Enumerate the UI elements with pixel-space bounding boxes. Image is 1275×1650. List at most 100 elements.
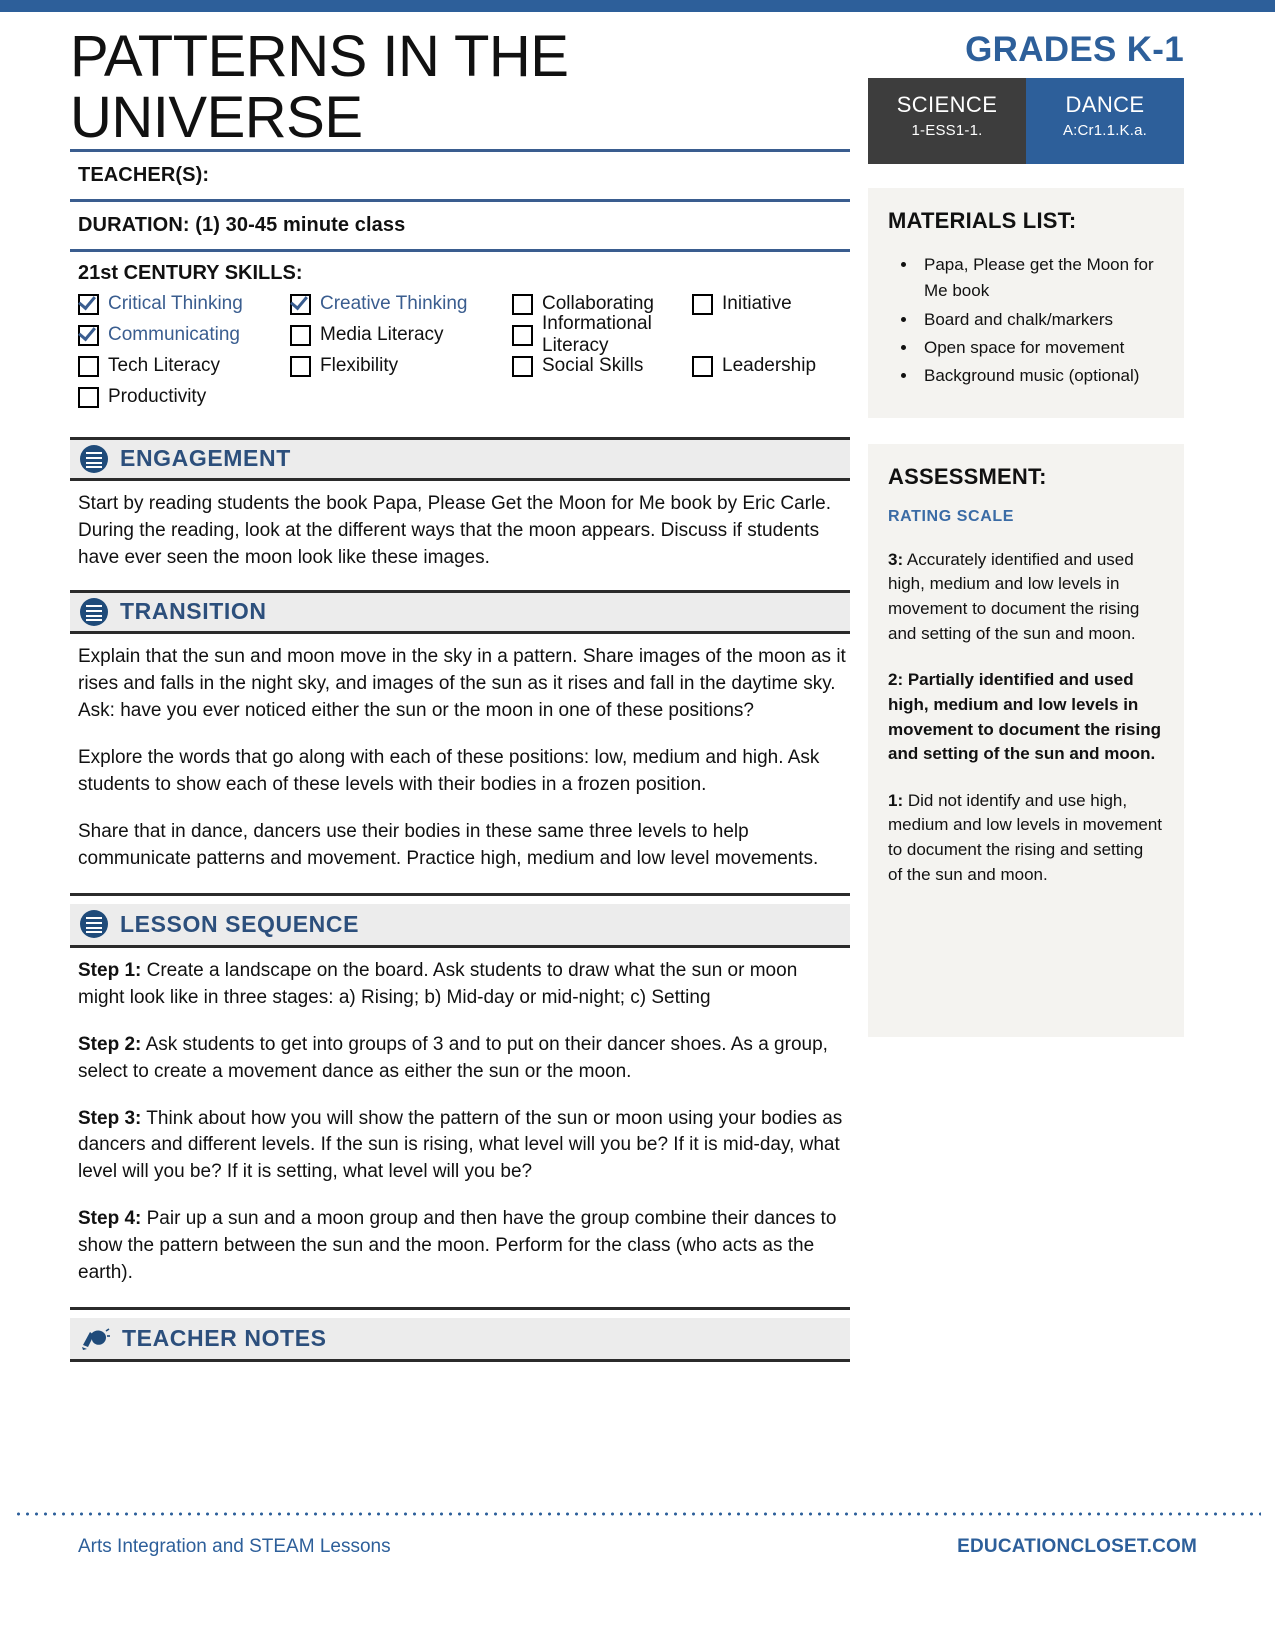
skill-informational-literacy[interactable]: Informational Literacy <box>512 313 692 357</box>
section-header-teacher-notes: TEACHER NOTES <box>70 1318 850 1363</box>
rating-number: 1: <box>888 790 904 810</box>
lesson-plan-page: PATTERNS IN THE UNIVERSE TEACHER(S): DUR… <box>0 12 1275 1650</box>
step-text: Ask students to get into groups of 3 and… <box>78 1033 828 1082</box>
skill-label: Initiative <box>722 293 792 315</box>
step-text: Think about how you will show the patter… <box>78 1107 843 1183</box>
list-item: Board and chalk/markers <box>918 307 1162 333</box>
checkbox-icon[interactable] <box>692 293 713 315</box>
paragraph: Share that in dance, dancers use their b… <box>78 820 819 869</box>
skills-checkbox-grid: Critical Thinking Creative Thinking Coll… <box>70 289 850 423</box>
lesson-step: Step 1: Create a landscape on the board.… <box>78 958 846 1012</box>
skill-label: Creative Thinking <box>320 293 468 315</box>
rating-level-2: 2: Partially identified and used high, m… <box>888 668 1162 767</box>
skill-label: Productivity <box>108 386 207 408</box>
footer-left-text: Arts Integration and STEAM Lessons <box>78 1536 391 1557</box>
checkbox-checked-icon[interactable] <box>78 293 99 315</box>
skill-communicating[interactable]: Communicating <box>78 324 290 346</box>
standard-box-science: SCIENCE 1-ESS1-1. <box>868 78 1026 164</box>
checkbox-checked-icon[interactable] <box>290 293 311 315</box>
checkbox-icon[interactable] <box>512 293 533 315</box>
duration-field: DURATION: (1) 30-45 minute class <box>78 213 406 236</box>
checkbox-checked-icon[interactable] <box>78 324 99 346</box>
list-icon <box>80 910 108 939</box>
list-item: Papa, Please get the Moon for Me book <box>918 252 1162 305</box>
standards-row: SCIENCE 1-ESS1-1. DANCE A:Cr1.1.K.a. <box>868 78 1184 164</box>
grades-label: GRADES K-1 <box>965 30 1184 69</box>
skills-row-1: Critical Thinking Creative Thinking Coll… <box>78 289 850 320</box>
section-title: ENGAGEMENT <box>120 445 291 472</box>
teachers-field: TEACHER(S): <box>78 163 210 186</box>
skill-label: Informational Literacy <box>542 313 652 357</box>
skill-critical-thinking[interactable]: Critical Thinking <box>78 293 290 315</box>
hand-writing-icon <box>80 1325 110 1353</box>
engagement-body: Start by reading students the book Papa,… <box>70 481 850 576</box>
checkbox-icon[interactable] <box>512 355 533 377</box>
page-title: PATTERNS IN THE UNIVERSE <box>70 24 569 151</box>
section-title: TEACHER NOTES <box>122 1325 327 1352</box>
lesson-step: Step 3: Think about how you will show th… <box>78 1106 846 1187</box>
sidebar-column: GRADES K-1 SCIENCE 1-ESS1-1. DANCE A:Cr1… <box>868 12 1184 1038</box>
paragraph: Explain that the sun and moon move in th… <box>78 645 846 721</box>
footer-dotted-divider <box>14 1512 1261 1516</box>
section-header-engagement: ENGAGEMENT <box>70 436 850 481</box>
paragraph: Start by reading students the book Papa,… <box>78 492 832 568</box>
section-header-lesson-sequence: LESSON SEQUENCE <box>70 903 850 948</box>
list-item: Open space for movement <box>918 335 1162 361</box>
skill-flexibility[interactable]: Flexibility <box>290 355 512 377</box>
rating-scale-label: RATING SCALE <box>888 507 1015 525</box>
rating-text: Partially identified and used high, medi… <box>888 670 1161 764</box>
rating-text: Accurately identified and used high, med… <box>888 549 1140 643</box>
list-item: Background music (optional) <box>918 363 1162 389</box>
rating-level-3: 3: Accurately identified and used high, … <box>888 548 1162 647</box>
rating-level-1: 1: Did not identify and use high, medium… <box>888 789 1162 888</box>
step-label: Step 2: <box>78 1033 142 1055</box>
divider-below-lesson-sequence <box>70 1307 850 1311</box>
skill-label: Leadership <box>722 355 817 377</box>
standard-subject: SCIENCE <box>896 92 998 117</box>
rating-number: 3: <box>888 549 904 569</box>
rating-text: Did not identify and use high, medium an… <box>888 790 1163 884</box>
main-column: PATTERNS IN THE UNIVERSE TEACHER(S): DUR… <box>70 12 850 1396</box>
list-icon <box>80 597 108 626</box>
skill-social-skills[interactable]: Social Skills <box>512 355 692 377</box>
step-label: Step 4: <box>78 1208 142 1230</box>
skill-leadership[interactable]: Leadership <box>692 355 816 377</box>
skills-heading: 21st CENTURY SKILLS: <box>78 261 303 284</box>
materials-list: Papa, Please get the Moon for Me book Bo… <box>888 252 1162 390</box>
checkbox-icon[interactable] <box>290 355 311 377</box>
standard-box-dance: DANCE A:Cr1.1.K.a. <box>1026 78 1184 164</box>
standard-code: A:Cr1.1.K.a. <box>1062 122 1148 140</box>
checkbox-icon[interactable] <box>78 386 99 408</box>
skill-media-literacy[interactable]: Media Literacy <box>290 324 512 346</box>
paragraph: Explore the words that go along with eac… <box>78 746 820 795</box>
skill-tech-literacy[interactable]: Tech Literacy <box>78 355 290 377</box>
footer-right-text[interactable]: EDUCATIONCLOSET.COM <box>957 1536 1197 1558</box>
skill-creative-thinking[interactable]: Creative Thinking <box>290 293 512 315</box>
checkbox-icon[interactable] <box>78 355 99 377</box>
lesson-step: Step 4: Pair up a sun and a moon group a… <box>78 1206 846 1287</box>
skill-collaborating[interactable]: Collaborating <box>512 293 692 315</box>
skill-label: Social Skills <box>542 355 644 377</box>
skill-label: Tech Literacy <box>108 355 220 377</box>
lesson-sequence-body: Step 1: Create a landscape on the board.… <box>70 948 850 1292</box>
standard-subject: DANCE <box>1065 92 1145 117</box>
checkbox-icon[interactable] <box>290 324 311 346</box>
step-label: Step 1: <box>78 959 142 981</box>
skill-productivity[interactable]: Productivity <box>78 386 290 408</box>
skills-row-4: Productivity <box>78 382 850 413</box>
list-icon <box>80 444 108 473</box>
assessment-title: ASSESSMENT: <box>888 463 1047 489</box>
step-text: Pair up a sun and a moon group and then … <box>78 1208 837 1284</box>
skills-row-3: Tech Literacy Flexibility Social Skills … <box>78 351 850 382</box>
section-title: LESSON SEQUENCE <box>120 910 360 937</box>
section-header-transition: TRANSITION <box>70 589 850 634</box>
checkbox-icon[interactable] <box>692 355 713 377</box>
skill-initiative[interactable]: Initiative <box>692 293 792 315</box>
step-text: Create a landscape on the board. Ask stu… <box>78 959 798 1008</box>
assessment-panel: ASSESSMENT: RATING SCALE 3: Accurately i… <box>868 443 1184 1038</box>
teacher-notes-body[interactable] <box>70 1362 850 1396</box>
transition-body: Explain that the sun and moon move in th… <box>70 634 850 877</box>
top-accent-bar <box>0 0 1275 12</box>
checkbox-icon[interactable] <box>512 324 533 346</box>
skills-row-2: Communicating Media Literacy Information… <box>78 313 850 356</box>
